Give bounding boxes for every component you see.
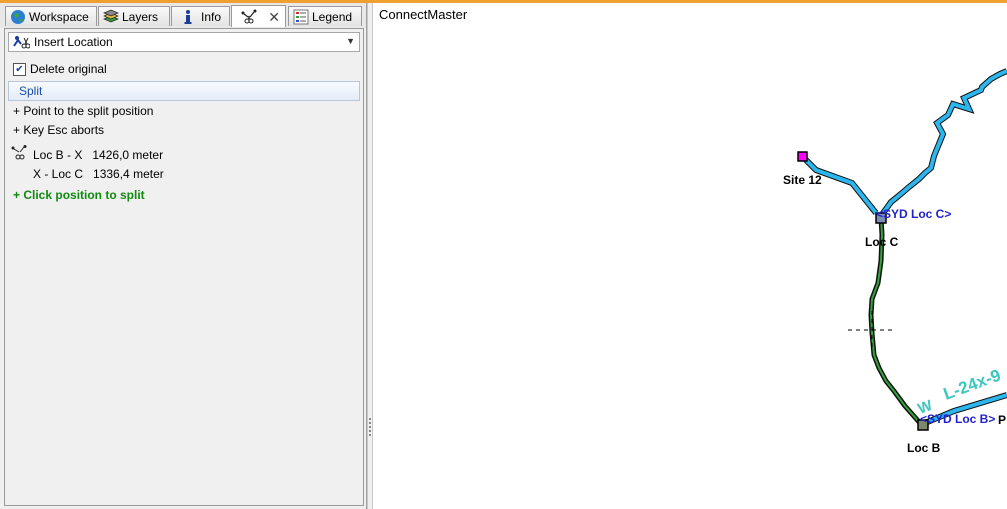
measure-value-2: 1336,4 meter — [93, 167, 164, 181]
globe-icon — [10, 9, 26, 25]
locb-label: Loc B — [907, 441, 941, 455]
info-icon — [182, 9, 194, 25]
section-header-split[interactable]: Split — [8, 81, 360, 101]
delete-original-label: Delete original — [30, 62, 107, 76]
chevron-down-icon[interactable]: ▼ — [346, 36, 355, 46]
tool-select[interactable]: Insert Location ▼ — [8, 32, 360, 52]
measure-label-1: Loc B - X — [33, 148, 83, 162]
measure-value-1: 1426,0 meter — [92, 148, 164, 162]
instruction-point: + Point to the split position — [13, 104, 154, 118]
tab-split-tool[interactable]: ✕ — [231, 5, 286, 27]
instruction-esc: + Key Esc aborts — [13, 123, 105, 137]
split-measure-icon — [11, 145, 29, 161]
layers-icon — [103, 9, 119, 25]
duct-routes[interactable] — [800, 68, 1007, 426]
panel-splitter[interactable] — [367, 3, 373, 509]
splitter-grip — [369, 418, 373, 436]
click-to-split-prompt: + Click position to split — [13, 188, 145, 202]
split-tool-icon — [240, 9, 257, 25]
tab-workspace[interactable]: Workspace — [5, 6, 97, 26]
partial-label-p: P — [998, 413, 1006, 427]
measure-row-1: Loc B - X 1426,0 meter — [33, 148, 163, 162]
legend-icon — [293, 9, 309, 25]
close-tab-icon[interactable]: ✕ — [268, 9, 280, 26]
syd-locb-label: <SYD Loc B> — [920, 412, 995, 426]
site12-node[interactable] — [797, 151, 808, 162]
tab-layers[interactable]: Layers — [98, 6, 170, 26]
measure-row-2: X - Loc C 1336,4 meter — [33, 167, 164, 181]
locc-label: Loc C — [865, 235, 899, 249]
tool-select-value: Insert Location — [34, 35, 113, 49]
split-panel: Insert Location ▼ ✔ Delete original Spli… — [4, 28, 364, 506]
delete-original-checkbox[interactable]: ✔ — [13, 62, 26, 76]
map-canvas[interactable]: ConnectMaster L-24x-9 W Site 12 Loc C Lo… — [374, 3, 1007, 509]
insert-location-icon — [12, 34, 31, 50]
site12-label: Site 12 — [783, 173, 822, 187]
network-map[interactable]: L-24x-9 W Site 12 Loc C Loc B <SYD Loc C… — [374, 3, 1007, 509]
syd-locc-label: <SYD Loc C> — [876, 207, 951, 221]
panel-tabs: Workspace Layers Info ✕ Legend — [0, 3, 366, 28]
left-panel: Workspace Layers Info ✕ Legend Insert Lo… — [0, 3, 367, 509]
measure-label-2: X - Loc C — [33, 167, 84, 181]
tab-legend[interactable]: Legend — [288, 6, 362, 26]
tab-info[interactable]: Info — [171, 6, 230, 26]
delete-original-row[interactable]: ✔ Delete original — [13, 62, 107, 76]
